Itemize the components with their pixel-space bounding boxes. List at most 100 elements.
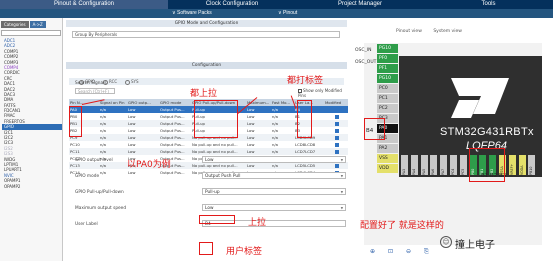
table-cell: n/a (272, 121, 279, 126)
peripheral-list: ADC1 ADC2 COMP1 COMP2 COMP3 COMP4 CORDIC CRC DAC… (2, 38, 62, 189)
category-tabs: Categories A->Z (1, 21, 47, 29)
pin-pa7[interactable]: PA7 (440, 155, 448, 175)
pinout-view-tab[interactable]: Pinout view (396, 29, 422, 34)
fit-icon[interactable]: ⊡ (388, 248, 393, 255)
tab-pinout-configuration[interactable]: Pinout & Configuration (0, 0, 168, 9)
table-cell: n/a (272, 128, 279, 133)
table-cell: Low (128, 142, 136, 147)
mode-header: GPIO Mode and Configuration (66, 20, 347, 27)
pin-pc0[interactable]: PC0 (377, 84, 398, 93)
pin-pc4[interactable]: PC4 (450, 155, 457, 175)
table-row[interactable]: PC10 n/a Low Output Pus... No pull-up and no… (69, 141, 350, 148)
sidebar-item-opamp2[interactable]: OPAMP2 (4, 184, 62, 189)
modified-checkbox[interactable] (335, 143, 339, 147)
pin-pa2[interactable]: PA2 (377, 144, 398, 153)
modified-checkbox[interactable] (335, 108, 339, 112)
table-cell: n/a (100, 107, 107, 112)
tab-categories[interactable]: Categories (1, 21, 29, 28)
table-cell: n/a (272, 142, 279, 147)
table-cell: Low (247, 121, 255, 126)
annot-done: 配置好了 就是这样的 (360, 221, 444, 231)
modified-checkbox[interactable] (335, 115, 339, 119)
label-column-highlight-box (297, 100, 312, 138)
column-header[interactable]: Fast Mo... (272, 99, 294, 106)
osc-in-label: OSC_IN (355, 48, 372, 53)
annot-pa0-example: 以PA0为例 (127, 160, 171, 170)
pin-vdda[interactable]: VDDA (518, 155, 526, 175)
show-modified-checkbox[interactable]: Show only Modified Pins (298, 88, 347, 98)
sidebar-search-input[interactable] (1, 30, 61, 36)
table-cell: PC10 (70, 142, 80, 147)
software-packs-menu[interactable]: ∨ Software Packs (172, 9, 212, 18)
user-label-highlight-box (199, 242, 213, 255)
table-cell: n/a (100, 114, 107, 119)
pin-pf1[interactable]: PF1 (377, 64, 398, 73)
modified-checkbox[interactable] (335, 129, 339, 133)
pin-pf0[interactable]: PF0 (377, 54, 398, 63)
pin-vdd[interactable]: VDD (377, 164, 398, 173)
gpio-mode-select[interactable]: Output Push Pull (202, 172, 346, 180)
tab-clock-configuration[interactable]: Clock Configuration (168, 0, 296, 9)
pin-pc2[interactable]: PC2 (377, 104, 398, 113)
pin-pc5[interactable]: PC5 (459, 155, 467, 175)
table-cell: Low (247, 135, 255, 140)
output-level-select[interactable]: Low (202, 156, 346, 164)
modified-checkbox[interactable] (335, 136, 339, 140)
tab-project-manager[interactable]: Project Manager (296, 0, 424, 9)
osc-out-label: OSC_OUT (355, 60, 377, 65)
table-cell: n/a (100, 128, 107, 133)
table-cell: Low (128, 135, 136, 140)
pin-pc1[interactable]: PC1 (377, 94, 398, 103)
table-cell: Output Pus... (160, 121, 185, 126)
zoom-in-icon[interactable]: ⊕ (370, 248, 375, 255)
pin-pb10[interactable]: PB10 (528, 155, 536, 175)
pin-pa3[interactable]: PA3 (401, 155, 408, 175)
table-cell: Output Pus... (160, 142, 185, 147)
pin-pg10[interactable]: PG10 (377, 74, 398, 83)
user-label-label: User Label (75, 222, 98, 227)
table-cell: Output Pus... (160, 135, 185, 140)
pin-vss[interactable]: VSS (377, 154, 398, 163)
table-cell: Output Pus... (160, 114, 185, 119)
zoom-out-icon[interactable]: ⊖ (406, 248, 411, 255)
pin-pg10[interactable]: PG10 (377, 44, 398, 53)
pinout-menu[interactable]: ∨ Pinout (278, 9, 297, 18)
pin-pa6[interactable]: PA6 (430, 155, 438, 175)
wechat-icon: ☺ (440, 236, 452, 248)
group-by-select[interactable]: Group By Peripherals (72, 31, 340, 38)
pull-field-highlight-box (199, 215, 235, 224)
table-cell: Low (247, 114, 255, 119)
view-tabs: Pinout view System view (396, 29, 462, 34)
tab-tools[interactable]: Tools (424, 0, 553, 9)
system-view-tab[interactable]: System view (433, 29, 462, 34)
table-cell: n/a (272, 114, 279, 119)
pin-pa4[interactable]: PA4 (410, 155, 418, 175)
configuration-header: Configuration (66, 62, 347, 69)
table-cell: Low (128, 128, 136, 133)
table-cell: Output Pus... (160, 128, 185, 133)
table-cell: Low (128, 121, 136, 126)
table-cell: Low (128, 114, 136, 119)
output-level-label: GPIO output level (75, 158, 113, 163)
chip-part-number: STM32G431RBTx (440, 126, 534, 138)
table-cell: Low (247, 107, 255, 112)
annot-pull-up-all: 都上拉 (190, 89, 218, 99)
speed-select[interactable]: Low (202, 204, 346, 212)
tab-a-z[interactable]: A->Z (29, 21, 46, 28)
pa0-highlight-box (364, 118, 385, 140)
column-header[interactable]: Modified (325, 99, 348, 106)
export-icon[interactable]: ⎘ (424, 248, 429, 256)
zoom-toolbar: ⊕ ⊡ ⊖ ⎘ (364, 246, 542, 258)
modified-checkbox[interactable] (335, 122, 339, 126)
table-cell: n/a (100, 142, 107, 147)
annot-pull-up: 上拉 (248, 218, 267, 228)
column-header[interactable]: GPIO outp... (128, 99, 159, 106)
pull-select[interactable]: Pull-up (202, 188, 346, 196)
speed-label: Maximum output speed (75, 206, 127, 211)
pin-pa5[interactable]: PA5 (420, 155, 428, 175)
table-cell: LCD8LCD8 (295, 142, 316, 147)
column-header[interactable]: GPIO mode (160, 99, 191, 106)
pin-vrefp[interactable]: VREF+ (508, 155, 516, 175)
signal-search-input[interactable]: Search (Ctrl+F) (75, 88, 115, 94)
radio-sys[interactable]: SYS (125, 79, 139, 85)
